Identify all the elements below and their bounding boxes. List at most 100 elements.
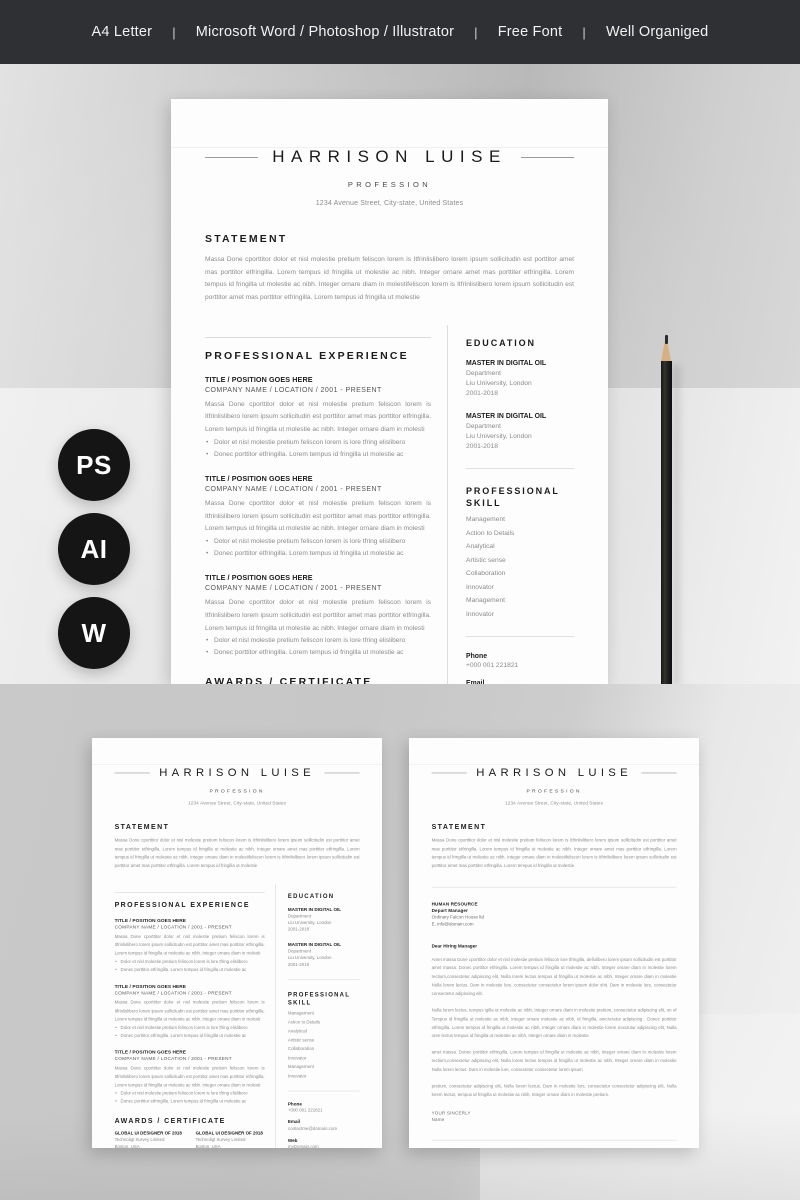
- skill-item: Management: [287, 1011, 314, 1016]
- skills-list: Management Action to Details Analytical …: [466, 516, 574, 618]
- banner-separator: |: [172, 24, 176, 40]
- experience-desc-3: Massa Done cporttitor dolor et nisl mole…: [205, 599, 431, 632]
- pencil-body: [661, 361, 672, 684]
- skill-item: Management: [466, 597, 506, 605]
- education-years-2: 2001-2018: [287, 962, 310, 968]
- experience-bullet: Dolor et nisl molestie pretium feliscon …: [205, 536, 431, 548]
- experience-title-3: TITLE / POSITION GOES HERE: [205, 573, 313, 583]
- resume-side-column: EDUCATION MASTER IN DIGITAL OIL Departme…: [448, 325, 574, 684]
- skill-item: Analytical: [466, 543, 495, 551]
- cover-sincerely: YOUR SINCERLY: [431, 1111, 471, 1117]
- name-rule-right: [324, 772, 360, 773]
- recipient-email: E. info@domain.com: [431, 921, 474, 927]
- cover-letter-document: HARRISON LUISE PROFESSION 1234 Avenue St…: [409, 766, 699, 1148]
- contact-label-web: Web: [287, 1138, 298, 1143]
- lower-scene: HARRISON LUISE PROFESSION 1234 Avenue St…: [0, 684, 800, 1200]
- education-degree-2: MASTER IN DIGITAL OIL: [466, 412, 547, 420]
- contact-value-email: contactme@domain.com: [287, 1126, 338, 1131]
- experience-bullet: Donec porttitor etfringilla. Lorem tempu…: [115, 1098, 265, 1106]
- recipient-org: HUMAN RESOURCE: [431, 901, 478, 907]
- skill-item: Management: [287, 1064, 314, 1070]
- cover-paragraph: amet massa. Donec porttitor etfringilla.…: [431, 1050, 677, 1073]
- skill-item: Management: [466, 516, 506, 524]
- word-badge: W: [58, 597, 130, 669]
- awards-section: AWARDS / CERTIFICATE GLOBAL UI DESIGNER …: [115, 1117, 265, 1148]
- education-degree-2: MASTER IN DIGITAL OIL: [287, 942, 342, 948]
- resume-profession: PROFESSION: [209, 787, 265, 794]
- resume-columns: PROFESSIONAL EXPERIENCE TITLE / POSITION…: [205, 324, 574, 684]
- word-badge-label: W: [81, 617, 107, 648]
- banner-items: A4 Letter | Microsoft Word / Photoshop /…: [92, 24, 709, 40]
- education-school-1: Liu University, London: [466, 379, 532, 387]
- award-entry: GLOBAL UI DESIGNER OF 2018 Technoligt Su…: [115, 1131, 184, 1148]
- column-top-rule: [205, 336, 431, 338]
- award-name-2: GLOBAL UI DESIGNER OF 2018: [195, 1130, 263, 1136]
- banner-item-software: Microsoft Word / Photoshop / Illustrator: [195, 24, 455, 40]
- cover-letter-scaler: HARRISON LUISE PROFESSION 1234 Avenue St…: [409, 766, 699, 1148]
- education-degree-1: MASTER IN DIGITAL OIL: [466, 359, 547, 367]
- format-badge-group: PS AI W: [58, 429, 130, 681]
- skill-item: Innovator: [466, 610, 494, 618]
- illustrator-badge: AI: [58, 513, 130, 585]
- education-department-2: Department: [466, 422, 501, 430]
- experience-entry: TITLE / POSITION GOES HERE COMPANY NAME …: [115, 983, 265, 1040]
- resume-name: HARRISON LUISE: [272, 147, 507, 166]
- hero-scene: PS AI W HARRISON LUISE PROFESSION 1234 A…: [0, 64, 800, 684]
- pencil-shadow: [673, 365, 684, 684]
- resume-small-scaler: HARRISON LUISE PROFESSION 1234 Avenue St…: [92, 766, 382, 1148]
- resume-profession: PROFESSION: [347, 180, 432, 189]
- cover-greeting: Dear Hiring Manager: [431, 943, 478, 949]
- resume-name: HARRISON LUISE: [159, 766, 315, 779]
- skills-title: PROFESSIONAL SKILL: [466, 485, 560, 508]
- statement-text: Massa Done cporttitor dolor et nisl mole…: [114, 838, 360, 869]
- resume-main-column: PROFESSIONAL EXPERIENCE TITLE / POSITION…: [114, 883, 276, 1148]
- skill-item: Artistic sense: [466, 556, 506, 564]
- experience-entry: TITLE / POSITION GOES HERE COMPANY NAME …: [205, 573, 431, 660]
- column-top-rule: [114, 891, 265, 893]
- contact-label-email: Email: [466, 680, 485, 684]
- cover-statement-section: STATEMENT Massa Done cporttitor dolor et…: [432, 823, 677, 871]
- skill-item: Analytical: [287, 1028, 307, 1034]
- experience-title-2: TITLE / POSITION GOES HERE: [205, 473, 313, 483]
- resume-page-small-preview[interactable]: HARRISON LUISE PROFESSION 1234 Avenue St…: [92, 738, 382, 1148]
- resume-page-preview[interactable]: HARRISON LUISE PROFESSION 1234 Avenue St…: [171, 99, 608, 684]
- education-department-1: Department: [466, 369, 501, 377]
- contact-label-phone: Phone: [287, 1101, 302, 1107]
- resume-side-column: EDUCATION MASTER IN DIGITAL OIL Departme…: [276, 884, 360, 1148]
- illustrator-badge-label: AI: [80, 533, 108, 564]
- cover-letter-page-preview[interactable]: HARRISON LUISE PROFESSION 1234 Avenue St…: [409, 738, 699, 1148]
- skill-item: Action to Details: [466, 529, 515, 537]
- cover-profession: PROFESSION: [526, 787, 582, 794]
- experience-desc-1: Massa Done cporttitor dolor et nisl mole…: [205, 400, 431, 433]
- statement-title: STATEMENT: [114, 823, 170, 832]
- education-entry: MASTER IN DIGITAL OIL Department Liu Uni…: [288, 907, 360, 932]
- education-department-1: Department: [287, 913, 312, 919]
- skill-item: Collaboration: [287, 1046, 315, 1052]
- experience-meta-1: COMPANY NAME / LOCATION / 2001 - PRESENT: [114, 925, 232, 930]
- experience-entry: TITLE / POSITION GOES HERE COMPANY NAME …: [115, 1049, 265, 1106]
- pencil-icon: [661, 335, 672, 684]
- cover-statement-text: Massa Done cporttitor dolor et nisl mole…: [431, 838, 677, 869]
- experience-title-3: TITLE / POSITION GOES HERE: [114, 1049, 187, 1056]
- cover-sincerely-name: Name: [431, 1118, 445, 1123]
- experience-bullet: Dolor et nisl molestie pretium feliscon …: [205, 437, 431, 449]
- experience-bullet: Donec porttitor etfringilla. Lorem tempu…: [205, 449, 431, 461]
- education-title: EDUCATION: [287, 892, 335, 900]
- resume-address: 1234 Avenue Street, City-state, United S…: [188, 801, 287, 806]
- side-divider: [466, 635, 574, 637]
- cover-divider: [431, 886, 677, 888]
- experience-desc-3: Massa Done cporttitor dolor et nisl mole…: [114, 1066, 265, 1088]
- experience-title-1: TITLE / POSITION GOES HERE: [205, 374, 313, 384]
- cover-paragraph: Nulla lorem lectus, tempus igilla ut mol…: [431, 1008, 677, 1039]
- experience-meta-3: COMPANY NAME / LOCATION / 2001 - PRESENT: [114, 1057, 232, 1062]
- resume-address: 1234 Avenue Street, City-state, United S…: [315, 200, 464, 207]
- experience-title: PROFESSIONAL EXPERIENCE: [114, 900, 250, 909]
- award-place-2: Boston, USA: [195, 1144, 221, 1148]
- name-rule-right: [641, 772, 677, 773]
- experience-desc-2: Massa Done cporttitor dolor et nisl mole…: [205, 499, 431, 533]
- top-feature-banner: A4 Letter | Microsoft Word / Photoshop /…: [0, 0, 800, 64]
- resume-main-column: PROFESSIONAL EXPERIENCE TITLE / POSITION…: [205, 324, 448, 684]
- photoshop-badge: PS: [58, 429, 130, 501]
- cover-name-header: HARRISON LUISE: [431, 766, 677, 779]
- awards-title: AWARDS / CERTIFICATE: [205, 675, 373, 684]
